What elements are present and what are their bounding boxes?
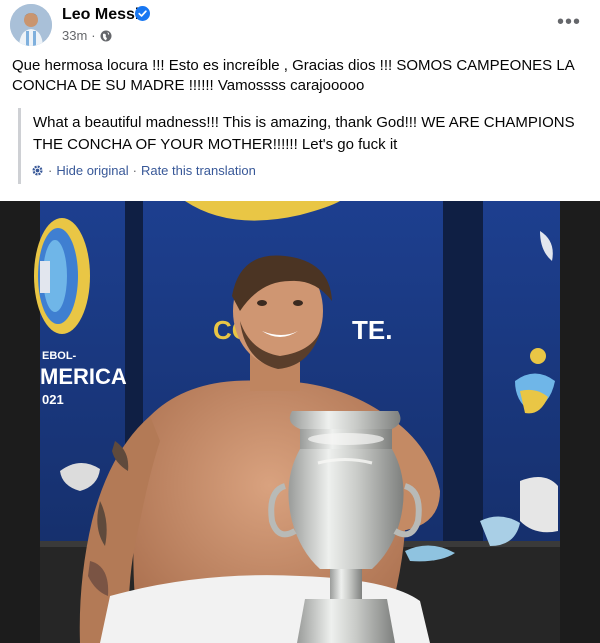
banner-text-line: TE.: [352, 315, 392, 345]
more-options-button[interactable]: •••: [554, 8, 584, 36]
post-header: Leo Messi 33m · •••: [0, 0, 600, 50]
dark-frame-right: [560, 201, 600, 643]
rate-translation-link[interactable]: Rate this translation: [141, 163, 256, 178]
post-time[interactable]: 33m: [62, 28, 87, 43]
gear-icon: [32, 165, 43, 176]
verified-icon: [135, 6, 150, 21]
translation-links: · Hide original · Rate this translation: [31, 163, 256, 178]
meta-separator: ·: [91, 28, 96, 43]
dark-frame-left: [0, 201, 40, 643]
post-text: Que hermosa locura !!! Esto es increíble…: [12, 57, 574, 94]
link-separator: ·: [48, 163, 53, 178]
post-photo[interactable]: EBOL- MERICA 021 V CO TE.: [0, 201, 600, 643]
author-name[interactable]: Leo Messi: [62, 6, 139, 24]
banner-text-line: 021: [42, 392, 64, 407]
translation-block: What a beautiful madness!!! This is amaz…: [18, 108, 591, 184]
link-separator: ·: [132, 163, 137, 178]
tournament-logo: [34, 218, 90, 334]
banner-text-line: EBOL-: [42, 350, 77, 362]
translation-text: What a beautiful madness!!! This is amaz…: [33, 114, 575, 153]
globe-icon: [100, 30, 112, 41]
avatar[interactable]: [10, 4, 52, 46]
banner-text-line: MERICA: [40, 364, 127, 389]
locker-divider: [443, 201, 483, 541]
clothing-item: [520, 477, 558, 533]
post-meta: 33m ·: [62, 28, 112, 43]
hide-original-link[interactable]: Hide original: [56, 163, 128, 178]
